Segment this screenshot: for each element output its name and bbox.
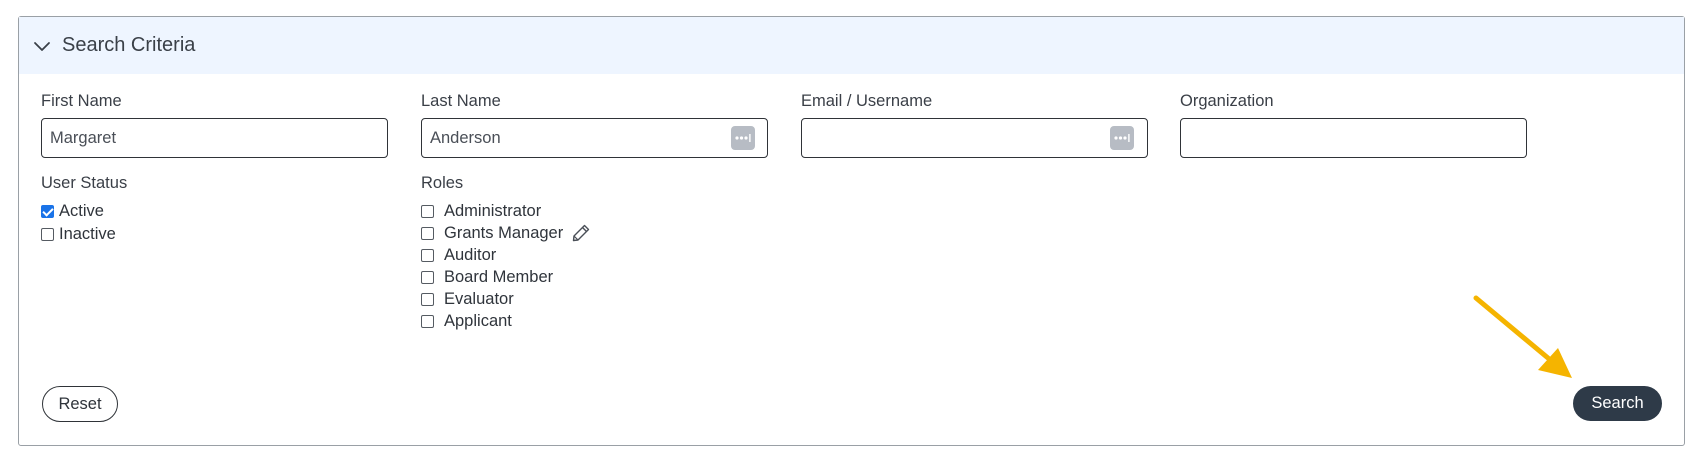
first-name-input[interactable] (41, 118, 388, 158)
dots-icon (1114, 134, 1130, 142)
status-option-label: Inactive (59, 224, 116, 243)
search-criteria-panel: Search Criteria First Name Last Name Ema… (18, 16, 1685, 446)
email-username-input[interactable] (801, 118, 1148, 158)
last-name-label: Last Name (421, 92, 501, 110)
panel-header-toggle[interactable]: Search Criteria (19, 17, 1684, 74)
administrator-checkbox[interactable] (421, 204, 434, 218)
role-option-administrator[interactable]: Administrator (421, 200, 541, 222)
role-option-label: Applicant (444, 311, 512, 330)
organization-input[interactable] (1180, 118, 1527, 158)
role-option-label: Administrator (444, 201, 542, 220)
board-member-checkbox[interactable] (421, 270, 434, 284)
role-option-label: Grants Manager (444, 223, 564, 242)
role-option-grants-manager[interactable]: Grants Manager (421, 222, 592, 244)
organization-label: Organization (1180, 92, 1274, 110)
status-option-active[interactable]: Active (41, 200, 104, 222)
reset-button[interactable]: Reset (42, 386, 118, 422)
role-option-evaluator[interactable]: Evaluator (421, 288, 514, 310)
auditor-checkbox[interactable] (421, 248, 434, 262)
applicant-checkbox[interactable] (421, 314, 434, 328)
grants-manager-checkbox[interactable] (421, 226, 434, 240)
roles-label: Roles (421, 174, 464, 192)
user-status-label: User Status (41, 174, 128, 192)
inactive-checkbox[interactable] (41, 227, 54, 241)
pencil-edit-icon[interactable] (570, 222, 592, 244)
role-option-label: Evaluator (444, 289, 514, 308)
status-option-inactive[interactable]: Inactive (41, 223, 116, 245)
chevron-down-icon (34, 41, 50, 51)
role-option-label: Board Member (444, 267, 554, 286)
first-name-label: First Name (41, 92, 122, 110)
panel-title: Search Criteria (62, 34, 196, 56)
email-username-label: Email / Username (801, 92, 933, 110)
password-manager-icon[interactable] (1110, 126, 1134, 150)
dots-icon (735, 134, 751, 142)
role-option-auditor[interactable]: Auditor (421, 244, 496, 266)
password-manager-icon[interactable] (731, 126, 755, 150)
role-option-label: Auditor (444, 245, 497, 264)
role-option-board-member[interactable]: Board Member (421, 266, 553, 288)
search-button[interactable]: Search (1573, 386, 1662, 421)
role-option-applicant[interactable]: Applicant (421, 310, 512, 332)
active-checkbox[interactable] (41, 204, 54, 218)
last-name-input[interactable] (421, 118, 768, 158)
evaluator-checkbox[interactable] (421, 292, 434, 306)
status-option-label: Active (59, 201, 104, 220)
